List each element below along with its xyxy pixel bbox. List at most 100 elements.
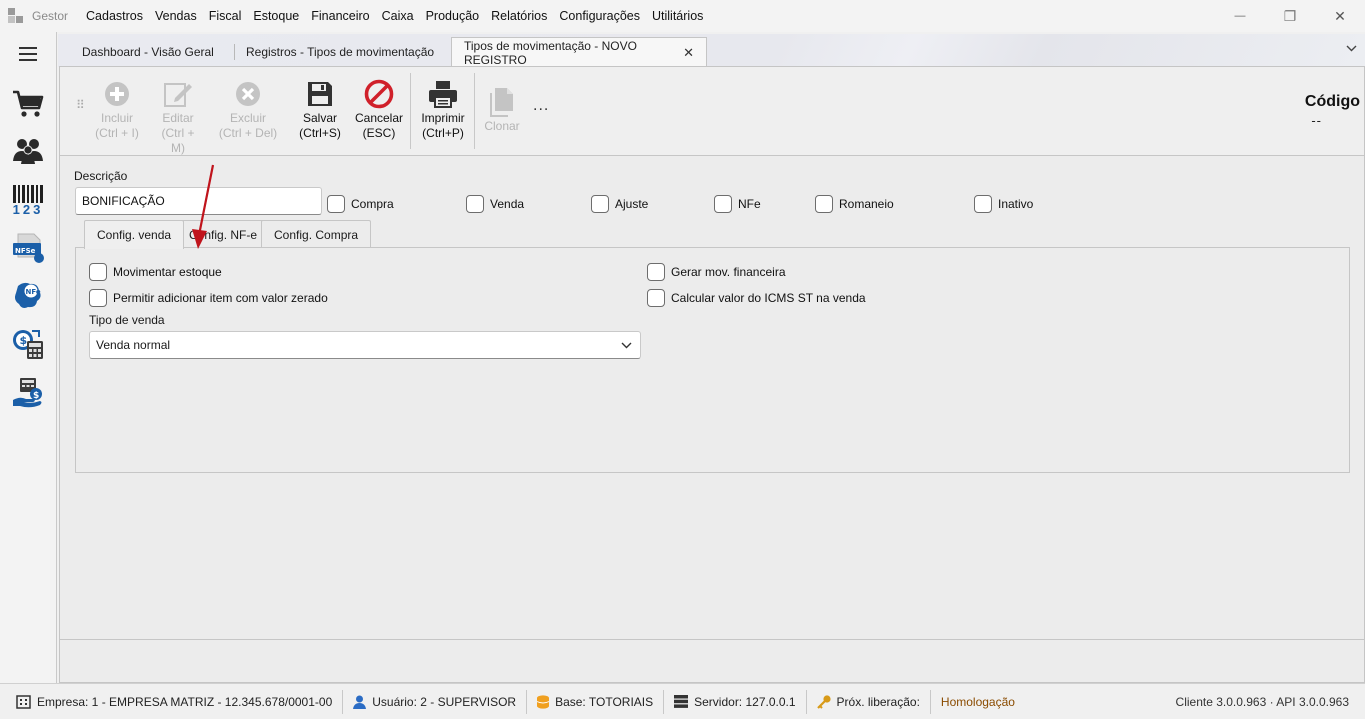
incluir-button[interactable]: Incluir (Ctrl + I) <box>94 77 140 141</box>
menu-estoque[interactable]: Estoque <box>247 9 305 23</box>
toolbar: ⠿ Incluir (Ctrl + I) Editar (Ctrl + M) E… <box>60 67 1364 156</box>
menu-caixa[interactable]: Caixa <box>376 9 420 23</box>
tipo-venda-select[interactable]: Venda normal <box>89 331 641 359</box>
inativo-checkbox-box[interactable] <box>974 195 992 213</box>
compra-checkbox[interactable]: Compra <box>327 195 394 213</box>
status-base-text: Base: TOTORIAIS <box>555 694 654 709</box>
permitir-item-zerado-box[interactable] <box>89 289 107 307</box>
status-usuario: Usuário: 2 - SUPERVISOR <box>343 689 528 714</box>
clonar-label: Clonar <box>484 119 520 133</box>
tabs-dropdown-button[interactable] <box>1346 41 1357 55</box>
menu-utilitarios[interactable]: Utilitários <box>646 9 709 23</box>
menu-relatorios[interactable]: Relatórios <box>485 9 553 23</box>
compra-checkbox-box[interactable] <box>327 195 345 213</box>
menu-fiscal[interactable]: Fiscal <box>203 9 248 23</box>
tab-dashboard[interactable]: Dashboard - Visão Geral <box>70 37 226 67</box>
shopping-cart-icon <box>13 90 44 117</box>
permitir-item-zerado-label: Permitir adicionar item com valor zerado <box>113 291 328 305</box>
sidebar-item-caixa[interactable]: $ <box>8 372 48 412</box>
cancelar-button[interactable]: Cancelar (ESC) <box>354 77 404 141</box>
clonar-button[interactable]: Clonar <box>480 85 524 134</box>
editar-label: Editar <box>162 111 194 125</box>
sidebar-item-nfse[interactable]: NFSe <box>8 228 48 268</box>
nfe-checkbox[interactable]: NFe <box>714 195 761 213</box>
ajuste-checkbox-box[interactable] <box>591 195 609 213</box>
romaneio-checkbox[interactable]: Romaneio <box>815 195 894 213</box>
calcular-icms-st-box[interactable] <box>647 289 665 307</box>
editar-button[interactable]: Editar (Ctrl + M) <box>154 77 202 156</box>
sidebar-item-clientes[interactable] <box>8 130 48 170</box>
inativo-checkbox[interactable]: Inativo <box>974 195 1033 213</box>
tab-novo-registro[interactable]: Tipos de movimentação - NOVO REGISTRO ✕ <box>451 37 707 68</box>
sidebar-item-produtos[interactable]: 123 <box>8 180 48 220</box>
tab-config-venda[interactable]: Config. venda <box>84 220 185 249</box>
status-usuario-text: Usuário: 2 - SUPERVISOR <box>372 694 517 709</box>
cash-hand-icon: $ <box>13 378 42 408</box>
romaneio-checkbox-box[interactable] <box>815 195 833 213</box>
tab-close-icon[interactable]: ✕ <box>683 45 694 61</box>
imprimir-button[interactable]: Imprimir (Ctrl+P) <box>418 77 468 141</box>
minimize-icon: — <box>1234 10 1246 22</box>
venda-checkbox[interactable]: Venda <box>466 195 524 213</box>
users-icon <box>13 139 43 164</box>
sidebar: 123 NFSe NFe $ $ <box>0 32 57 683</box>
restore-icon: ❐ <box>1283 7 1297 24</box>
movimentar-estoque-box[interactable] <box>89 263 107 281</box>
nfe-checkbox-label: NFe <box>738 197 761 211</box>
gerar-mov-financeira-box[interactable] <box>647 263 665 281</box>
movimentar-estoque-checkbox[interactable]: Movimentar estoque <box>89 263 222 281</box>
editar-shortcut: (Ctrl + M) <box>161 126 195 155</box>
menu-cadastros[interactable]: Cadastros <box>80 9 149 23</box>
chevron-down-icon <box>1346 45 1357 52</box>
restore-button[interactable]: ❐ <box>1265 0 1315 32</box>
app-logo-icon <box>8 8 24 24</box>
sidebar-item-nfe[interactable]: NFe <box>8 276 48 316</box>
status-servidor: Servidor: 127.0.0.1 <box>664 689 807 714</box>
close-icon: ✕ <box>1334 7 1346 24</box>
sidebar-item-financeiro[interactable]: $ <box>8 324 48 364</box>
menu-producao[interactable]: Produção <box>420 9 486 23</box>
romaneio-checkbox-label: Romaneio <box>839 197 894 211</box>
app-name: Gestor <box>32 9 69 23</box>
tab-config-venda-label: Config. venda <box>97 228 172 242</box>
status-prox-liberacao: Próx. liberação: <box>807 689 931 714</box>
toolbar-separator <box>474 73 475 149</box>
status-ambiente: Homologação <box>931 690 1025 714</box>
nfe-icon: NFe <box>15 282 41 308</box>
venda-checkbox-label: Venda <box>490 197 525 211</box>
toolbar-grip-icon[interactable]: ⠿ <box>76 99 86 111</box>
tab-config-compra[interactable]: Config. Compra <box>261 220 372 248</box>
incluir-shortcut: (Ctrl + I) <box>95 126 139 140</box>
salvar-label: Salvar <box>302 111 337 125</box>
menu-financeiro[interactable]: Financeiro <box>305 9 375 23</box>
sidebar-item-vendas[interactable] <box>8 84 48 124</box>
svg-text:$: $ <box>20 334 28 347</box>
excluir-shortcut: (Ctrl + Del) <box>218 126 278 140</box>
status-bar: Empresa: 1 - EMPRESA MATRIZ - 12.345.678… <box>0 683 1365 719</box>
permitir-item-zerado-checkbox[interactable]: Permitir adicionar item com valor zerado <box>89 289 328 307</box>
nfe-checkbox-box[interactable] <box>714 195 732 213</box>
inativo-checkbox-label: Inativo <box>998 197 1034 211</box>
menu-vendas[interactable]: Vendas <box>149 9 203 23</box>
salvar-button[interactable]: Salvar (Ctrl+S) <box>298 77 342 141</box>
tab-config-compra-label: Config. Compra <box>274 227 359 242</box>
excluir-label: Excluir <box>229 111 266 125</box>
tab-registros[interactable]: Registros - Tipos de movimentação <box>234 37 446 67</box>
calcular-icms-st-checkbox[interactable]: Calcular valor do ICMS ST na venda <box>647 289 866 307</box>
status-base: Base: TOTORIAIS <box>527 689 665 714</box>
status-empresa: Empresa: 1 - EMPRESA MATRIZ - 12.345.678… <box>0 689 344 714</box>
toolbar-more-button[interactable]: ... <box>533 97 549 115</box>
codigo-value: -- <box>1311 113 1322 128</box>
close-window-button[interactable]: ✕ <box>1315 0 1365 32</box>
menu-configuracoes[interactable]: Configurações <box>553 9 646 23</box>
calcular-icms-st-label: Calcular valor do ICMS ST na venda <box>671 291 866 305</box>
ajuste-checkbox[interactable]: Ajuste <box>591 195 648 213</box>
movimentar-estoque-label: Movimentar estoque <box>113 265 222 279</box>
status-prox-liberacao-text: Próx. liberação: <box>836 694 920 709</box>
sidebar-menu-button[interactable] <box>8 34 48 74</box>
minimize-button[interactable]: — <box>1215 0 1265 32</box>
excluir-button[interactable]: Excluir (Ctrl + Del) <box>218 77 278 141</box>
venda-checkbox-box[interactable] <box>466 195 484 213</box>
gerar-mov-financeira-checkbox[interactable]: Gerar mov. financeira <box>647 263 786 281</box>
chevron-down-icon <box>621 342 632 348</box>
